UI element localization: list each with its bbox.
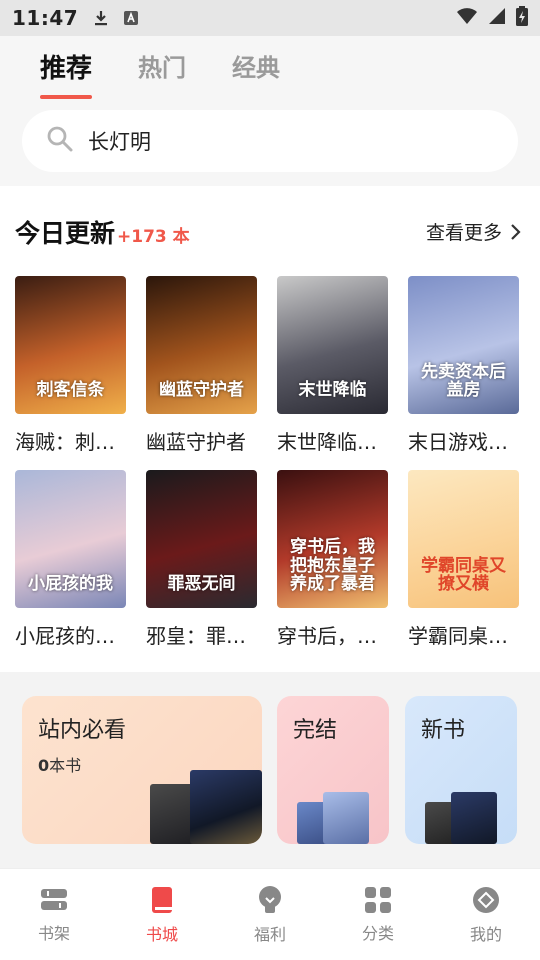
must-read-count: 0本书 <box>38 756 82 775</box>
completed-label: 完结 <box>293 718 338 743</box>
nav-label: 我的 <box>469 924 502 944</box>
top-header: 推荐 热门 经典 <box>0 36 540 186</box>
book-title: 末世降临… <box>277 430 377 454</box>
cover-title: 小屁孩的我 <box>28 574 113 595</box>
book-card[interactable]: 罪恶无间 邪皇：罪… <box>146 470 257 664</box>
nav-bookshelf[interactable]: 书架 <box>14 886 94 944</box>
book-title: 穿书后，… <box>277 624 377 648</box>
book-card[interactable]: 先卖资本后盖房 末日游戏… <box>408 276 519 470</box>
section-title: 今日更新 <box>15 219 116 248</box>
nav-bookstore[interactable]: 书城 <box>122 885 202 945</box>
nav-label: 书城 <box>145 924 178 944</box>
signal-icon <box>488 7 506 29</box>
must-read-card[interactable]: 站内必看 0本书 <box>22 696 262 844</box>
bulb-icon <box>259 885 281 913</box>
book-grid: 刺客信条 海贼：刺… 幽蓝守护者 幽蓝守护者 末世降临 末世降临… 先卖资本后盖… <box>15 276 525 664</box>
book-card[interactable]: 末世降临 末世降临… <box>277 276 388 470</box>
bottom-nav: 书架 书城 福利 分类 我的 <box>0 868 540 960</box>
search-input[interactable] <box>88 129 468 153</box>
chevron-right-icon <box>511 223 521 240</box>
book-title: 学霸同桌… <box>408 624 508 648</box>
nav-profile[interactable]: 我的 <box>446 885 526 945</box>
cover-title: 穿书后，我把抱东皇子养成了暴君 <box>290 536 375 595</box>
book-card[interactable]: 小屁孩的我 小屁孩的… <box>15 470 126 664</box>
search-bar[interactable] <box>22 110 518 172</box>
nav-label: 分类 <box>361 923 394 943</box>
tab-recommend[interactable]: 推荐 <box>40 48 93 99</box>
book-title: 小屁孩的… <box>15 624 115 648</box>
nav-category[interactable]: 分类 <box>338 886 418 944</box>
update-count: +173 本 <box>117 227 190 247</box>
status-time: 11:47 <box>12 6 79 30</box>
cover-title: 学霸同桌又撩又横 <box>421 555 506 595</box>
tab-bar: 推荐 热门 经典 <box>40 48 280 99</box>
battery-icon <box>516 6 528 30</box>
cover-title: 刺客信条 <box>36 380 105 401</box>
completed-card[interactable]: 完结 <box>277 696 389 844</box>
tab-hot[interactable]: 热门 <box>138 48 186 85</box>
wifi-icon <box>456 7 478 29</box>
cover-title: 先卖资本后盖房 <box>421 361 506 401</box>
book-title: 邪皇：罪… <box>146 624 246 648</box>
nav-label: 福利 <box>253 924 286 944</box>
book-title: 幽蓝守护者 <box>146 430 246 454</box>
must-read-label: 站内必看 <box>38 718 127 743</box>
cover-title: 末世降临 <box>298 380 367 401</box>
a-badge-icon <box>122 9 140 27</box>
cover-title: 罪恶无间 <box>167 574 236 595</box>
download-icon <box>92 9 110 27</box>
today-update-section: 今日更新 +173 本 查看更多 刺客信条 海贼：刺… 幽蓝守护者 幽蓝守护者 … <box>0 186 540 672</box>
see-more-link[interactable]: 查看更多 <box>426 218 522 245</box>
book-card[interactable]: 刺客信条 海贼：刺… <box>15 276 126 470</box>
status-bar: 11:47 <box>0 0 540 36</box>
see-more-label: 查看更多 <box>425 222 502 244</box>
bookstore-icon <box>152 886 172 913</box>
book-title: 海贼：刺… <box>15 430 115 454</box>
book-card[interactable]: 学霸同桌又撩又横 学霸同桌… <box>408 470 519 664</box>
book-cover: 刺客信条 <box>15 276 126 414</box>
book-cover: 先卖资本后盖房 <box>408 276 519 414</box>
mini-cover <box>190 770 262 844</box>
book-cover: 末世降临 <box>277 276 388 414</box>
new-books-card[interactable]: 新书 <box>405 696 517 844</box>
mini-cover <box>451 792 497 844</box>
book-cover: 学霸同桌又撩又横 <box>408 470 519 608</box>
book-cover: 小屁孩的我 <box>15 470 126 608</box>
book-cover: 罪恶无间 <box>146 470 257 608</box>
nav-label: 书架 <box>37 923 70 943</box>
bookshelf-icon <box>41 888 67 910</box>
mini-cover <box>323 792 369 844</box>
book-title: 末日游戏… <box>408 430 508 454</box>
search-icon <box>46 125 74 157</box>
section-header: 今日更新 +173 本 <box>15 214 190 250</box>
new-books-label: 新书 <box>421 718 466 743</box>
nav-welfare[interactable]: 福利 <box>230 885 310 945</box>
tab-classic[interactable]: 经典 <box>232 48 280 85</box>
book-card[interactable]: 幽蓝守护者 幽蓝守护者 <box>146 276 257 470</box>
profile-icon <box>473 886 499 913</box>
book-cover: 穿书后，我把抱东皇子养成了暴君 <box>277 470 388 608</box>
book-card[interactable]: 穿书后，我把抱东皇子养成了暴君 穿书后，… <box>277 470 388 664</box>
book-cover: 幽蓝守护者 <box>146 276 257 414</box>
grid-icon <box>365 886 391 913</box>
cover-title: 幽蓝守护者 <box>159 380 244 401</box>
category-cards: 站内必看 0本书 完结 新书 <box>0 672 540 868</box>
